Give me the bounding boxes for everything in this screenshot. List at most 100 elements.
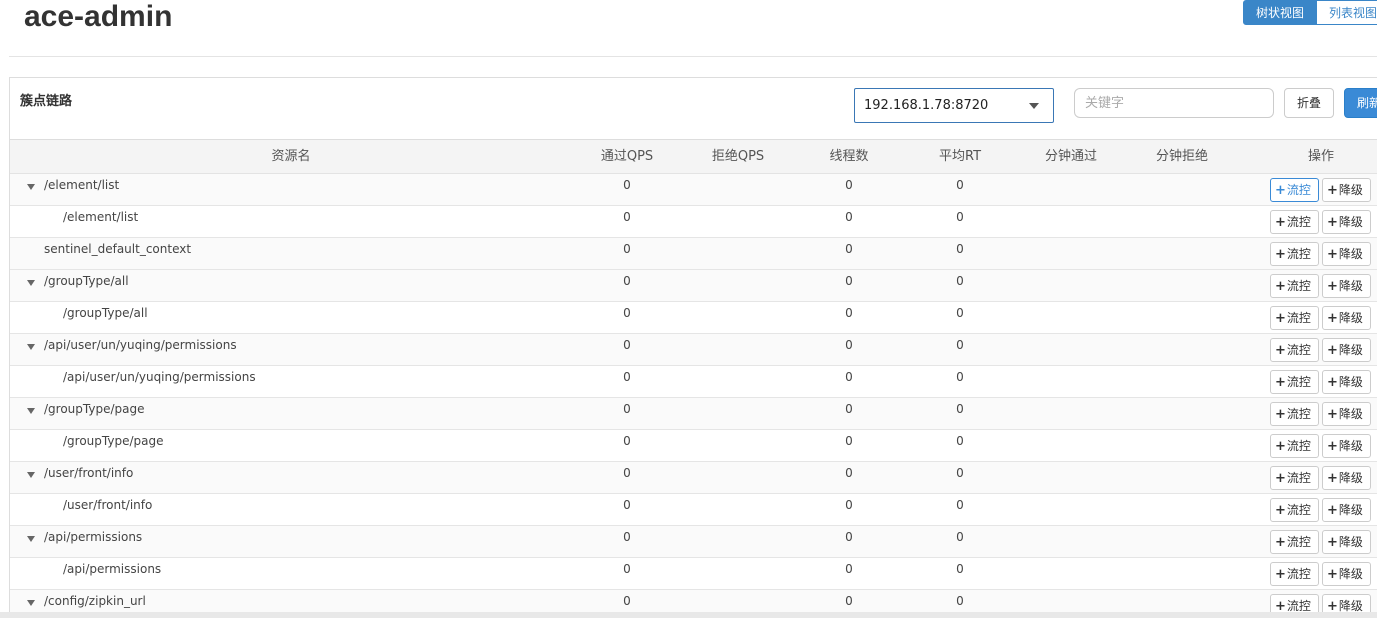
caret-down-icon[interactable] bbox=[27, 472, 35, 478]
add-flow-rule-button[interactable]: +流控 bbox=[1270, 530, 1319, 554]
list-view-button[interactable]: 列表视图 bbox=[1317, 0, 1377, 25]
resource-name: /groupType/all bbox=[63, 306, 148, 320]
plus-icon: + bbox=[1275, 375, 1286, 390]
add-flow-rule-button[interactable]: +流控 bbox=[1270, 370, 1319, 394]
add-flow-rule-button[interactable]: +流控 bbox=[1270, 242, 1319, 266]
avg-rt-value: 0 bbox=[956, 498, 964, 512]
add-degrade-rule-button[interactable]: +降级 bbox=[1322, 466, 1371, 490]
add-flow-rule-button[interactable]: +流控 bbox=[1270, 210, 1319, 234]
horizontal-scrollbar[interactable] bbox=[0, 612, 1377, 618]
add-degrade-rule-button[interactable]: +降级 bbox=[1322, 530, 1371, 554]
table-row: /groupType/all 0 0 0 +流控 +降级 bbox=[10, 302, 1377, 334]
add-flow-rule-button[interactable]: +流控 bbox=[1270, 306, 1319, 330]
resource-name: /element/list bbox=[63, 210, 139, 224]
resource-name: /api/permissions bbox=[63, 562, 162, 576]
avg-rt-value: 0 bbox=[956, 242, 964, 256]
machine-select[interactable]: 192.168.1.78:8720 bbox=[854, 88, 1054, 123]
add-degrade-rule-button[interactable]: +降级 bbox=[1322, 306, 1371, 330]
add-degrade-rule-button[interactable]: +降级 bbox=[1322, 178, 1371, 202]
col-threads: 线程数 bbox=[829, 149, 869, 164]
flow-label: 流控 bbox=[1286, 567, 1311, 581]
col-minute-block: 分钟拒绝 bbox=[1155, 149, 1209, 164]
table-row: /api/user/un/yuqing/permissions 0 0 0 +流控 +降级 bbox=[10, 334, 1377, 366]
degrade-label: 降级 bbox=[1338, 279, 1363, 293]
resource-name: /api/user/un/yuqing/permissions bbox=[63, 370, 256, 384]
add-degrade-rule-button[interactable]: +降级 bbox=[1322, 338, 1371, 362]
caret-down-icon[interactable] bbox=[27, 536, 35, 542]
degrade-label: 降级 bbox=[1338, 567, 1363, 581]
avg-rt-value: 0 bbox=[956, 178, 964, 192]
add-degrade-rule-button[interactable]: +降级 bbox=[1322, 434, 1371, 458]
plus-icon: + bbox=[1275, 471, 1286, 486]
caret-down-icon[interactable] bbox=[27, 344, 35, 350]
pass-qps-value: 0 bbox=[623, 434, 631, 448]
add-flow-rule-button[interactable]: +流控 bbox=[1270, 562, 1319, 586]
degrade-label: 降级 bbox=[1338, 535, 1363, 549]
col-resource-name: 资源名 bbox=[271, 149, 311, 164]
add-flow-rule-button[interactable]: +流控 bbox=[1270, 402, 1319, 426]
plus-icon: + bbox=[1275, 279, 1286, 294]
add-degrade-rule-button[interactable]: +降级 bbox=[1322, 370, 1371, 394]
avg-rt-value: 0 bbox=[956, 306, 964, 320]
tree-view-button[interactable]: 树状视图 bbox=[1243, 0, 1317, 25]
table-row: /element/list 0 0 0 +流控 +降级 bbox=[10, 206, 1377, 238]
app-title: ace-admin bbox=[24, 0, 173, 33]
table-row: /groupType/page 0 0 0 +流控 +降级 bbox=[10, 398, 1377, 430]
chevron-down-icon bbox=[1029, 103, 1039, 109]
threads-value: 0 bbox=[845, 498, 853, 512]
pass-qps-value: 0 bbox=[623, 594, 631, 608]
add-degrade-rule-button[interactable]: +降级 bbox=[1322, 498, 1371, 522]
flow-label: 流控 bbox=[1286, 407, 1311, 421]
flow-label: 流控 bbox=[1286, 311, 1311, 325]
plus-icon: + bbox=[1327, 183, 1338, 198]
refresh-button[interactable]: 刷新 bbox=[1344, 88, 1377, 118]
caret-down-icon[interactable] bbox=[27, 408, 35, 414]
avg-rt-value: 0 bbox=[956, 594, 964, 608]
degrade-label: 降级 bbox=[1338, 439, 1363, 453]
header-divider bbox=[9, 56, 1377, 57]
collapse-button[interactable]: 折叠 bbox=[1284, 88, 1334, 118]
plus-icon: + bbox=[1327, 311, 1338, 326]
flow-label: 流控 bbox=[1286, 279, 1311, 293]
threads-value: 0 bbox=[845, 594, 853, 608]
threads-value: 0 bbox=[845, 210, 853, 224]
col-minute-pass: 分钟通过 bbox=[1044, 149, 1098, 164]
add-degrade-rule-button[interactable]: +降级 bbox=[1322, 274, 1371, 298]
degrade-label: 降级 bbox=[1338, 471, 1363, 485]
avg-rt-value: 0 bbox=[956, 338, 964, 352]
plus-icon: + bbox=[1327, 439, 1338, 454]
caret-down-icon[interactable] bbox=[27, 600, 35, 606]
plus-icon: + bbox=[1327, 215, 1338, 230]
add-flow-rule-button[interactable]: +流控 bbox=[1270, 274, 1319, 298]
threads-value: 0 bbox=[845, 402, 853, 416]
add-degrade-rule-button[interactable]: +降级 bbox=[1322, 210, 1371, 234]
degrade-label: 降级 bbox=[1338, 311, 1363, 325]
degrade-label: 降级 bbox=[1338, 375, 1363, 389]
flow-label: 流控 bbox=[1286, 439, 1311, 453]
caret-down-icon[interactable] bbox=[27, 184, 35, 190]
add-flow-rule-button[interactable]: +流控 bbox=[1270, 178, 1319, 202]
col-block-qps: 拒绝QPS bbox=[711, 149, 765, 164]
plus-icon: + bbox=[1275, 567, 1286, 582]
resource-name: /groupType/page bbox=[44, 402, 145, 416]
pass-qps-value: 0 bbox=[623, 338, 631, 352]
add-degrade-rule-button[interactable]: +降级 bbox=[1322, 402, 1371, 426]
add-flow-rule-button[interactable]: +流控 bbox=[1270, 498, 1319, 522]
col-pass-qps: 通过QPS bbox=[600, 149, 654, 164]
keyword-search-input[interactable] bbox=[1074, 88, 1274, 118]
add-flow-rule-button[interactable]: +流控 bbox=[1270, 434, 1319, 458]
add-flow-rule-button[interactable]: +流控 bbox=[1270, 466, 1319, 490]
plus-icon: + bbox=[1327, 343, 1338, 358]
flow-label: 流控 bbox=[1286, 599, 1311, 613]
table-header: 资源名 通过QPS 拒绝QPS 线程数 平均RT 分钟通过 分钟拒绝 操作 bbox=[10, 139, 1377, 174]
add-degrade-rule-button[interactable]: +降级 bbox=[1322, 242, 1371, 266]
resource-name: /api/user/un/yuqing/permissions bbox=[44, 338, 237, 352]
degrade-label: 降级 bbox=[1338, 599, 1363, 613]
degrade-label: 降级 bbox=[1338, 247, 1363, 261]
add-degrade-rule-button[interactable]: +降级 bbox=[1322, 562, 1371, 586]
plus-icon: + bbox=[1275, 407, 1286, 422]
add-flow-rule-button[interactable]: +流控 bbox=[1270, 338, 1319, 362]
plus-icon: + bbox=[1275, 535, 1286, 550]
caret-down-icon[interactable] bbox=[27, 280, 35, 286]
threads-value: 0 bbox=[845, 370, 853, 384]
